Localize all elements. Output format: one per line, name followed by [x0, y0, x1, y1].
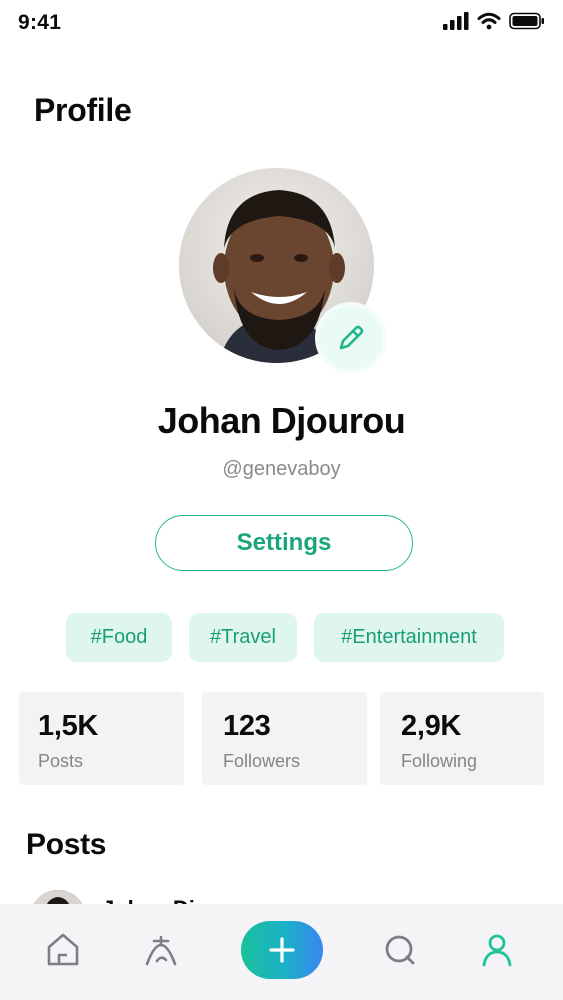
stat-label: Followers — [223, 751, 301, 771]
explore-icon — [145, 935, 177, 966]
edit-profile-button[interactable] — [319, 306, 383, 370]
tag-entertainment[interactable]: #Entertainment — [314, 613, 504, 662]
settings-button[interactable]: Settings — [155, 515, 413, 571]
page-title: Profile — [34, 92, 132, 128]
stat-value: 2,9K — [401, 710, 462, 742]
profile-avatar-container — [179, 168, 383, 370]
tag-food[interactable]: #Food — [66, 613, 172, 662]
signal-icon — [443, 12, 469, 30]
tab-profile[interactable] — [471, 924, 523, 976]
home-icon — [47, 933, 79, 966]
posts-section-title: Posts — [26, 828, 107, 861]
search-icon — [385, 935, 415, 965]
battery-icon — [509, 12, 544, 30]
add-icon — [269, 937, 295, 963]
wifi-icon — [477, 12, 501, 30]
stat-followers[interactable]: 123 Followers — [202, 692, 367, 785]
user-handle: @genevaboy — [222, 458, 341, 480]
tab-home[interactable] — [37, 924, 89, 976]
status-bar: 9:41 — [0, 0, 563, 46]
user-name: Johan Djourou — [157, 400, 406, 441]
pencil-icon — [339, 325, 364, 350]
add-post-button[interactable] — [241, 921, 323, 979]
tab-search[interactable] — [374, 924, 426, 976]
tab-explore[interactable] — [135, 924, 187, 976]
status-icons — [443, 12, 545, 30]
tag-travel[interactable]: #Travel — [189, 613, 297, 662]
stat-posts[interactable]: 1,5K Posts — [19, 692, 184, 785]
stat-value: 123 — [223, 710, 271, 742]
tab-bar — [0, 904, 563, 1000]
stat-value: 1,5K — [38, 710, 99, 742]
stat-label: Posts — [38, 751, 84, 771]
stat-following[interactable]: 2,9K Following — [380, 692, 544, 785]
status-time: 9:41 — [18, 11, 62, 34]
profile-icon — [482, 934, 512, 967]
stat-label: Following — [401, 751, 478, 771]
